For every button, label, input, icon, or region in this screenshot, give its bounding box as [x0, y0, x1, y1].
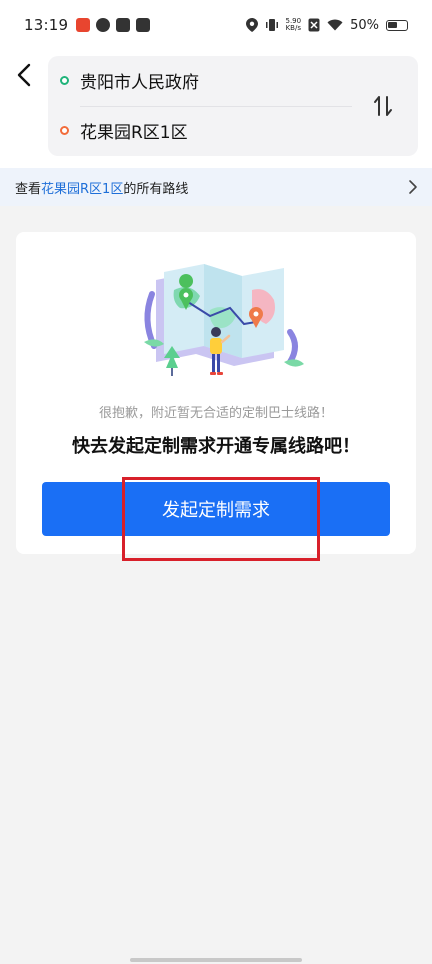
- notification-icons: [76, 18, 151, 32]
- screen: 13:19 5.90 KB/s 50% 贵阳市人民政府 花果园R区1区 查看 花…: [0, 0, 432, 964]
- route-divider: [80, 106, 352, 107]
- status-right: 5.90 KB/s 50%: [245, 17, 408, 33]
- all-routes-prefix: 查看: [15, 181, 42, 197]
- net-speed-unit: KB/s: [285, 24, 301, 32]
- start-stop-row[interactable]: 贵阳市人民政府: [60, 68, 199, 93]
- route-box: 贵阳市人民政府 花果园R区1区: [48, 56, 418, 156]
- battery-icon: [386, 19, 408, 31]
- back-icon[interactable]: [14, 62, 36, 88]
- chat-icon: [136, 18, 151, 32]
- no-sim-icon: [308, 18, 320, 32]
- all-routes-bar[interactable]: 查看 花果园R区1区 的所有路线: [0, 168, 432, 206]
- status-time: 13:19: [24, 16, 69, 34]
- end-stop-row[interactable]: 花果园R区1区: [60, 118, 188, 143]
- home-indicator[interactable]: [130, 958, 302, 962]
- app-notification-icon: [76, 18, 91, 32]
- empty-state-card: 很抱歉，附近暂无合适的定制巴士线路！ 快去发起定制需求开通专属线路吧！ 发起定制…: [16, 232, 416, 554]
- location-icon: [245, 18, 258, 32]
- net-speed: 5.90 KB/s: [286, 18, 302, 32]
- end-dot-icon: [60, 126, 69, 135]
- route-header: 贵阳市人民政府 花果园R区1区: [0, 50, 432, 168]
- chevron-right-icon: [409, 180, 417, 194]
- start-dot-icon: [60, 76, 69, 85]
- all-routes-stop-link[interactable]: 花果园R区1区: [41, 178, 123, 197]
- submit-custom-request-button[interactable]: 发起定制需求: [42, 482, 390, 536]
- map-illustration-icon: [144, 264, 304, 376]
- all-routes-suffix: 的所有路线: [123, 181, 189, 197]
- swap-direction-icon[interactable]: [372, 94, 394, 118]
- end-stop-name: 花果园R区1区: [80, 123, 188, 143]
- wifi-icon: [327, 19, 343, 31]
- cta-message: 快去发起定制需求开通专属线路吧！: [72, 436, 360, 457]
- status-bar: 13:19 5.90 KB/s 50%: [0, 0, 432, 50]
- sync-icon: [96, 18, 111, 32]
- start-stop-name: 贵阳市人民政府: [80, 73, 199, 93]
- vibrate-icon: [265, 19, 278, 31]
- no-route-message: 很抱歉，附近暂无合适的定制巴士线路！: [98, 406, 333, 421]
- battery-percent: 50%: [350, 17, 379, 33]
- message-icon: [116, 18, 131, 32]
